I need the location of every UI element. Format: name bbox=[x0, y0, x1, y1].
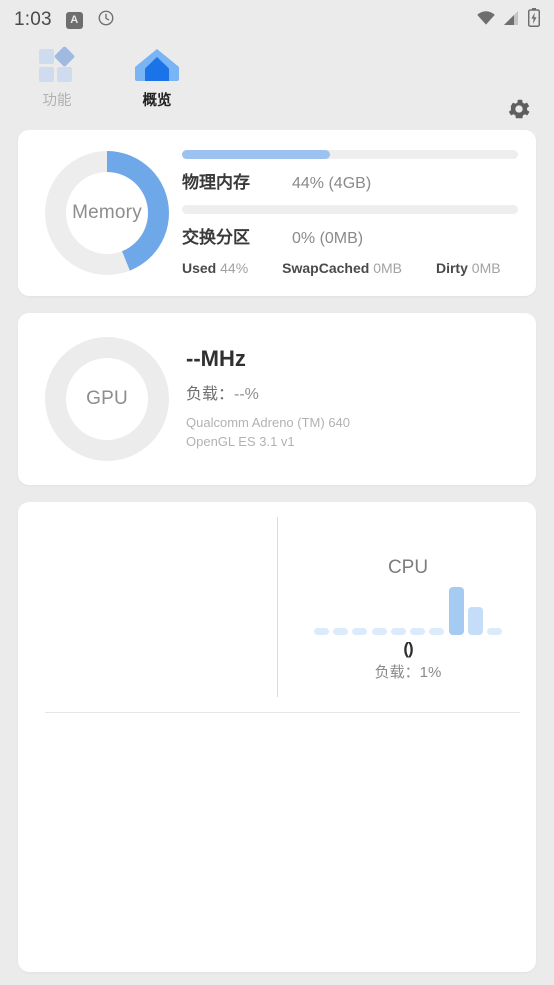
cpu-chart-block: CPU () 负载：1% bbox=[298, 557, 518, 682]
cpu-chart-title: CPU bbox=[387, 557, 429, 578]
memory-card[interactable]: Memory 物理内存 44% (4GB) 交换分区 0% (0MB) Used… bbox=[18, 130, 536, 296]
status-bar-right bbox=[476, 8, 541, 32]
cpu-core-label: () bbox=[403, 639, 413, 658]
swap-row: 交换分区 0% (0MB) bbox=[182, 223, 518, 248]
cpu-load-label: 负载： bbox=[374, 664, 420, 681]
gpu-renderer: Qualcomm Adreno (TM) 640 bbox=[186, 415, 351, 431]
status-bar-left: 1:03 A bbox=[14, 9, 115, 32]
status-bar: 1:03 A bbox=[0, 0, 554, 40]
gpu-load-value: --% bbox=[234, 386, 259, 404]
cpu-bar bbox=[467, 607, 483, 635]
cpu-load-row: 负载：1% bbox=[375, 661, 442, 682]
physical-memory-value: 44% (4GB) bbox=[292, 175, 372, 192]
physical-memory-label: 物理内存 bbox=[182, 173, 250, 192]
gpu-load-label: 负载： bbox=[186, 386, 235, 404]
gpu-load-row: 负载：--% bbox=[186, 380, 522, 404]
physical-memory-row: 物理内存 44% (4GB) bbox=[182, 168, 518, 193]
clock-icon bbox=[97, 9, 115, 32]
stat-used: Used 44% bbox=[182, 260, 248, 276]
cpu-load-value: 1% bbox=[419, 664, 442, 681]
cpu-card[interactable]: CPU () 负载：1% bbox=[18, 502, 536, 972]
gear-icon bbox=[506, 96, 532, 127]
squares-diamond-icon bbox=[39, 45, 76, 82]
gpu-card[interactable]: GPU --MHz 负载：--% Qualcomm Adreno (TM) 64… bbox=[18, 313, 536, 485]
cpu-bar bbox=[486, 628, 502, 635]
top-navigation-bar: 功能 概览 bbox=[0, 40, 554, 130]
cpu-horizontal-separator bbox=[45, 712, 520, 713]
tab-functions-label: 功能 bbox=[42, 93, 72, 109]
cpu-bar-chart bbox=[314, 585, 502, 635]
cpu-bar bbox=[352, 628, 368, 635]
swap-label: 交换分区 bbox=[182, 228, 250, 247]
cpu-bar bbox=[429, 628, 445, 635]
stat-dirty-key: Dirty bbox=[435, 260, 468, 276]
cpu-bar bbox=[410, 628, 426, 635]
gpu-donut-chart: GPU bbox=[45, 337, 169, 461]
stat-swapcached: SwapCached 0MB bbox=[282, 260, 402, 276]
stat-swapcached-value: 0MB bbox=[373, 260, 402, 276]
cpu-bar bbox=[333, 628, 349, 635]
physical-memory-bar-track bbox=[182, 150, 518, 159]
tab-overview[interactable]: 概览 bbox=[118, 48, 196, 110]
memory-donut-wrapper: Memory bbox=[32, 151, 182, 275]
memory-donut-chart: Memory bbox=[45, 151, 169, 275]
battery-charging-icon bbox=[527, 8, 541, 32]
swap-value: 0% (0MB) bbox=[292, 230, 364, 247]
gpu-details: --MHz 负载：--% Qualcomm Adreno (TM) 640 Op… bbox=[182, 346, 522, 452]
settings-button[interactable] bbox=[504, 96, 534, 126]
stat-used-key: Used bbox=[182, 260, 217, 276]
stat-dirty-value: 0MB bbox=[471, 260, 501, 276]
stat-used-value: 44% bbox=[220, 260, 249, 276]
gpu-donut-label: GPU bbox=[86, 388, 128, 409]
status-time: 1:03 bbox=[14, 9, 52, 30]
tab-overview-label: 概览 bbox=[142, 93, 172, 109]
cpu-bar bbox=[390, 628, 406, 635]
cpu-bar bbox=[314, 628, 329, 635]
gpu-api-version: OpenGL ES 3.1 v1 bbox=[186, 434, 295, 449]
stat-swapcached-key: SwapCached bbox=[282, 260, 370, 276]
cellular-signal-icon bbox=[503, 10, 521, 31]
gpu-donut-wrapper: GPU bbox=[32, 337, 182, 461]
memory-donut-label: Memory bbox=[72, 202, 142, 223]
memory-details: 物理内存 44% (4GB) 交换分区 0% (0MB) Used 44% Sw… bbox=[182, 150, 522, 276]
physical-memory-bar-fill bbox=[182, 150, 330, 159]
gpu-frequency: --MHz bbox=[186, 346, 246, 372]
tab-functions[interactable]: 功能 bbox=[18, 45, 96, 110]
cpu-vertical-divider bbox=[277, 517, 278, 697]
cpu-bar bbox=[448, 587, 464, 635]
stat-dirty: Dirty 0MB bbox=[436, 260, 501, 276]
home-icon bbox=[134, 48, 180, 82]
memory-stats-row: Used 44% SwapCached 0MB Dirty 0MB bbox=[182, 260, 518, 276]
wifi-icon bbox=[476, 10, 496, 31]
a-badge-icon: A bbox=[65, 11, 83, 29]
gpu-donut-hole: GPU bbox=[66, 358, 148, 440]
cpu-bar bbox=[371, 628, 387, 635]
memory-donut-hole: Memory bbox=[66, 172, 148, 254]
swap-bar-track bbox=[182, 205, 518, 214]
